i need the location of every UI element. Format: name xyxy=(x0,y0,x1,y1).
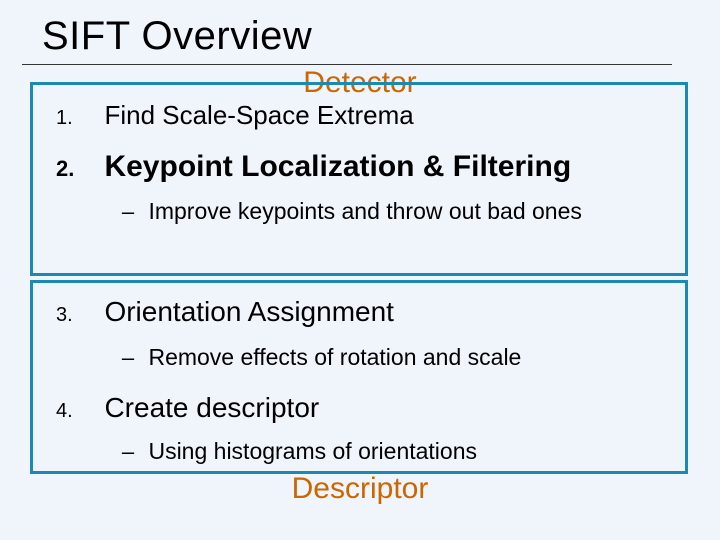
list-item: 4. Create descriptor xyxy=(56,392,319,424)
item-text: Find Scale-Space Extrema xyxy=(104,100,413,130)
item-number: 3. xyxy=(56,304,100,327)
bullet-dash: – xyxy=(112,199,144,225)
item-text: Keypoint Localization & Filtering xyxy=(104,150,571,183)
descriptor-label: Descriptor xyxy=(0,472,720,506)
subitem-text: Using histograms of orientations xyxy=(148,438,477,464)
subitem-text: Remove effects of rotation and scale xyxy=(148,344,521,370)
list-subitem: – Using histograms of orientations xyxy=(112,438,477,465)
list-subitem: – Improve keypoints and throw out bad on… xyxy=(112,198,582,225)
item-text: Create descriptor xyxy=(104,392,319,423)
item-number: 1. xyxy=(56,107,100,130)
item-number: 2. xyxy=(56,156,100,182)
list-item: 3. Orientation Assignment xyxy=(56,296,394,328)
bullet-dash: – xyxy=(112,439,144,465)
slide-title: SIFT Overview xyxy=(42,14,312,59)
list-item: 2. Keypoint Localization & Filtering xyxy=(56,150,571,184)
slide: SIFT Overview Detector 1. Find Scale-Spa… xyxy=(0,0,720,540)
item-text: Orientation Assignment xyxy=(104,296,394,327)
list-subitem: – Remove effects of rotation and scale xyxy=(112,344,521,371)
bullet-dash: – xyxy=(112,345,144,371)
item-number: 4. xyxy=(56,400,100,423)
subitem-text: Improve keypoints and throw out bad ones xyxy=(148,198,581,224)
list-item: 1. Find Scale-Space Extrema xyxy=(56,100,414,131)
